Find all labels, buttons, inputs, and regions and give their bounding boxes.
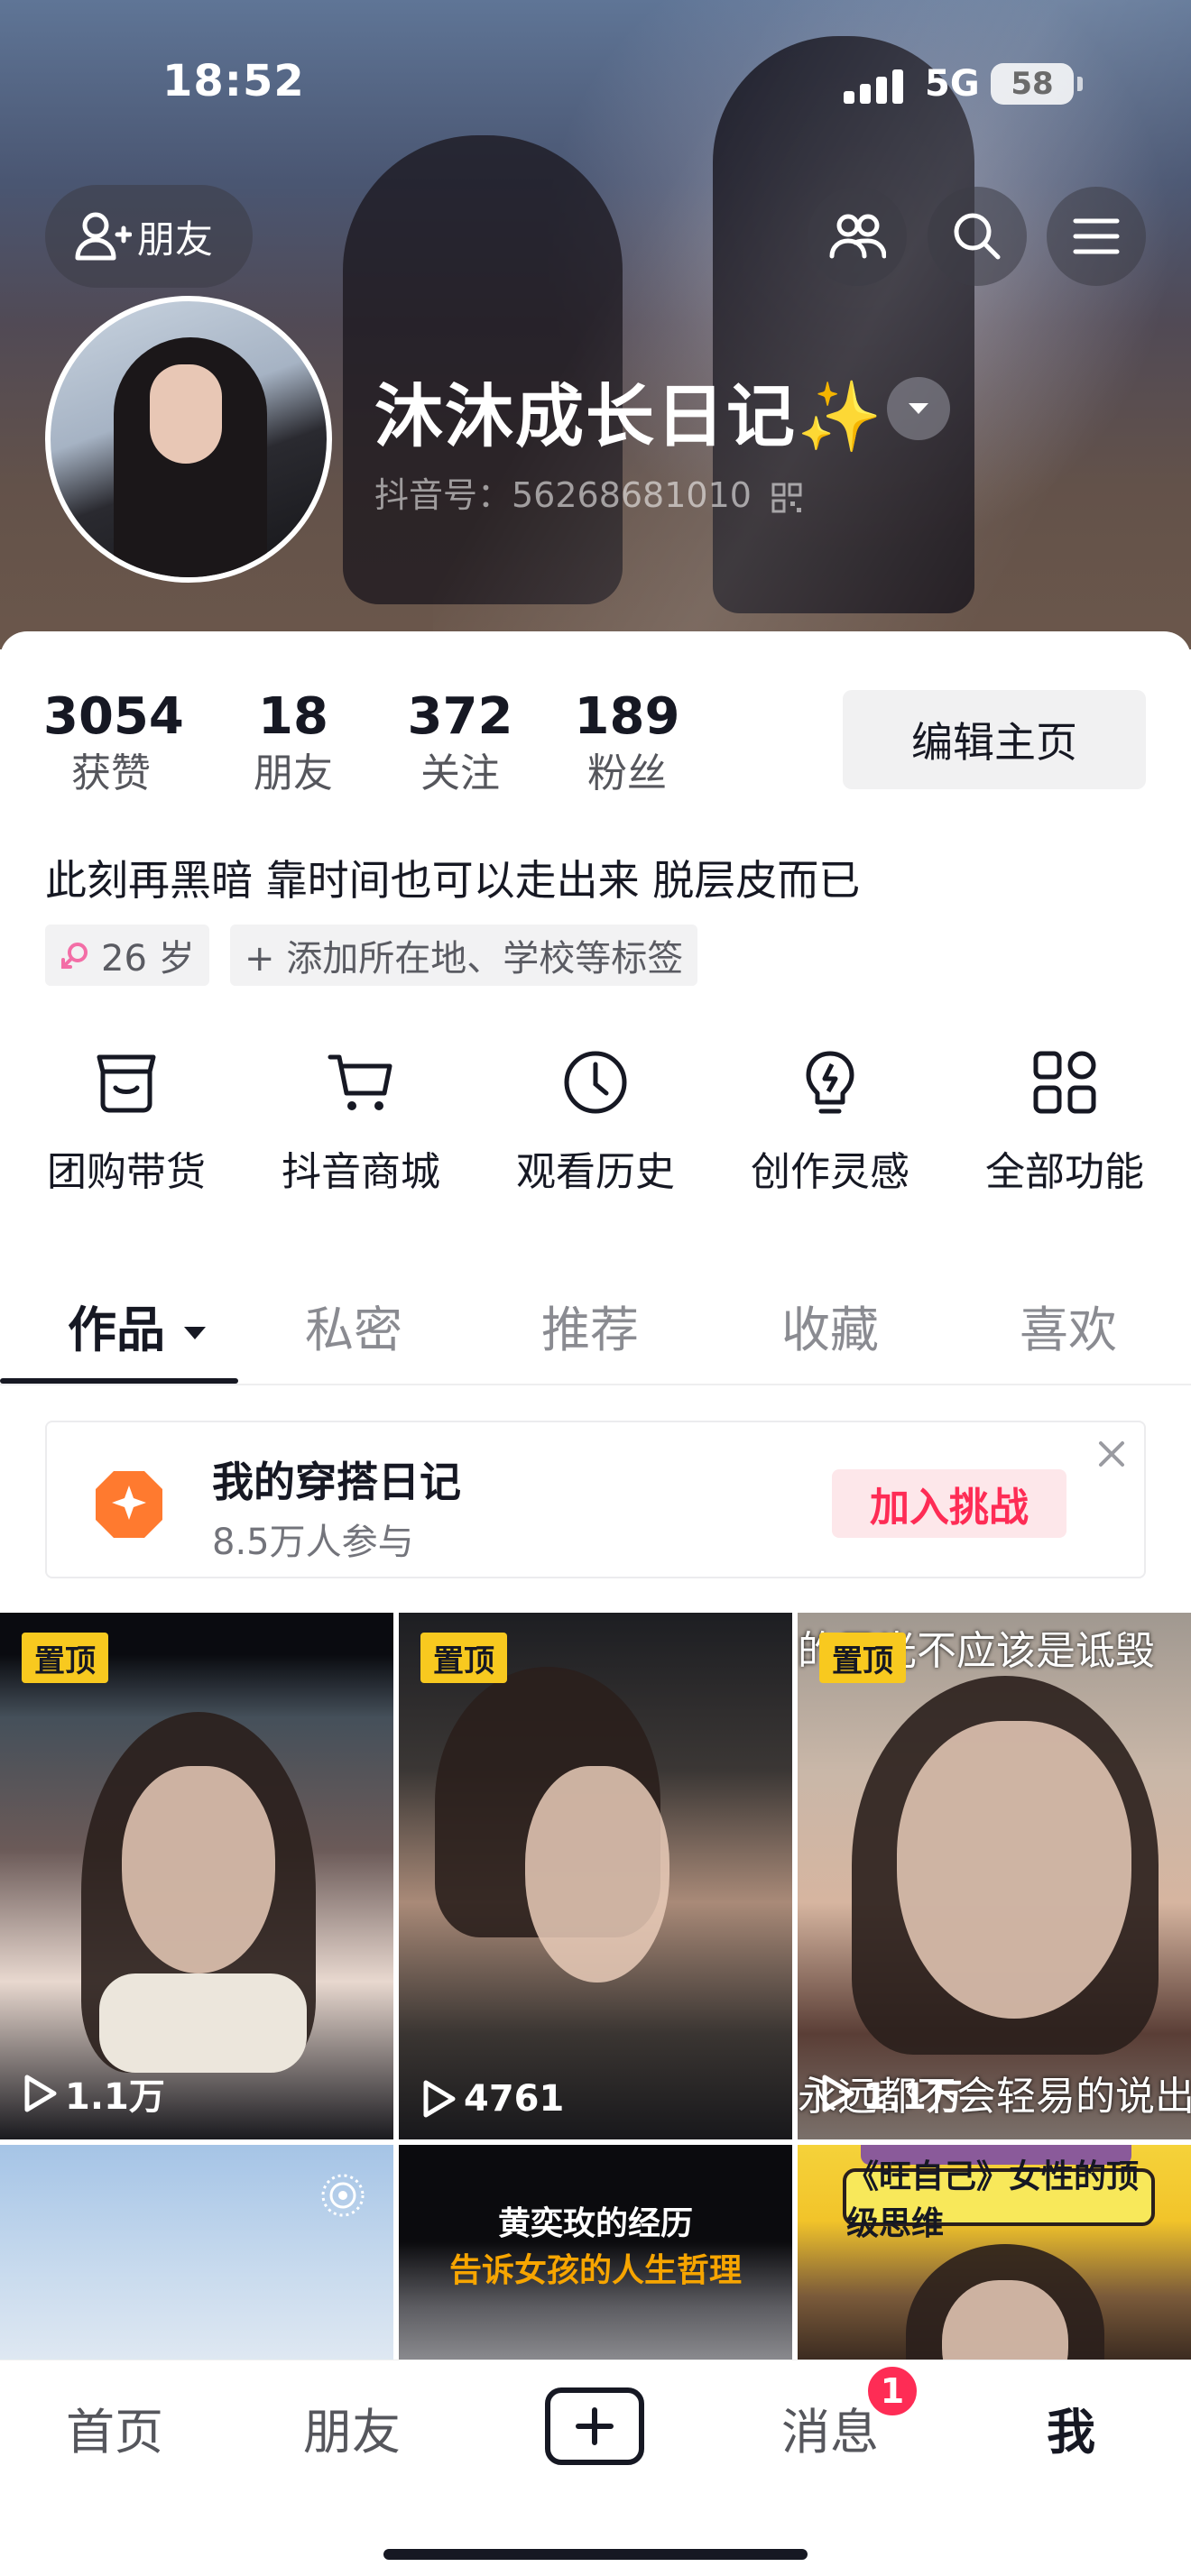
pinned-badge: 置顶 [22, 1633, 108, 1683]
tag-age[interactable]: 26 岁 [45, 925, 209, 986]
challenge-participants: 8.5万人参与 [212, 1522, 414, 1563]
menu-icon [1073, 218, 1120, 254]
add-user-icon [75, 212, 132, 261]
play-icon [822, 2075, 854, 2112]
nav-me[interactable]: 我 [1047, 2392, 1095, 2463]
status-time: 18:52 [162, 56, 305, 106]
stat-friends[interactable]: 18 朋友 [230, 685, 356, 799]
plus-icon [576, 2407, 614, 2445]
stat-value: 3054 [43, 687, 184, 746]
tab-works[interactable]: 作品 [68, 1290, 208, 1361]
search-button[interactable] [928, 187, 1027, 286]
caret-down-icon [183, 1327, 206, 1340]
play-icon [423, 2080, 456, 2118]
home-indicator [383, 2549, 808, 2560]
shop-icon [97, 1054, 156, 1113]
video-caption-line2: 告诉女孩的人生哲理 [448, 2252, 742, 2289]
nav-messages[interactable]: 消息 [781, 2392, 879, 2463]
bulb-icon [806, 1051, 854, 1114]
cart-icon [328, 1054, 392, 1110]
stat-label: 粉丝 [587, 750, 667, 796]
play-count: 4761 [420, 2078, 564, 2120]
douyin-id-text: 抖音号：56268681010 [374, 475, 752, 515]
menu-button[interactable] [1047, 187, 1146, 286]
divider [0, 1384, 1191, 1385]
add-friend-button[interactable]: 朋友 [45, 185, 253, 288]
play-count-value: 1.1万 [863, 2076, 963, 2118]
challenge-icon [96, 1471, 162, 1538]
tool-all-features[interactable]: 全部功能 [974, 1042, 1155, 1197]
video-thumbnail[interactable]: 置顶 4761 [399, 1613, 792, 2139]
tool-inspiration[interactable]: 创作灵感 [740, 1042, 920, 1197]
tool-history[interactable]: 观看历史 [505, 1042, 686, 1197]
grid-icon [1033, 1051, 1096, 1114]
messages-badge: 1 [864, 2363, 920, 2419]
tool-label: 全部功能 [985, 1149, 1144, 1195]
network-type: 5G [925, 63, 980, 105]
play-count-value: 1.1万 [65, 2076, 165, 2118]
play-count: 1.1万 [819, 2067, 963, 2120]
users-icon [829, 214, 886, 259]
avatar[interactable] [45, 296, 332, 583]
play-icon [24, 2075, 57, 2112]
caret-down-icon [909, 403, 928, 414]
friends-list-button[interactable] [808, 187, 907, 286]
video-thumbnail[interactable]: 《旺自己》女性的顶级思维 [798, 2145, 1191, 2361]
tab-like[interactable]: 喜欢 [1020, 1290, 1117, 1361]
stat-label: 关注 [420, 750, 500, 796]
create-button[interactable] [545, 2387, 644, 2465]
tab-recommend[interactable]: 推荐 [541, 1290, 639, 1361]
video-caption-banner: 《旺自己》女性的顶级思维 [843, 2158, 1155, 2242]
tool-group-buy[interactable]: 团购带货 [36, 1042, 217, 1197]
tool-label: 观看历史 [516, 1149, 675, 1195]
female-icon [61, 943, 88, 969]
battery-icon: 58 [991, 63, 1083, 105]
add-tags-button[interactable]: + 添加所在地、学校等标签 [230, 925, 698, 986]
tag-age-label: 26 岁 [101, 938, 195, 980]
tab-label: 作品 [68, 1302, 165, 1358]
join-challenge-button[interactable]: 加入挑战 [832, 1469, 1066, 1538]
bio[interactable]: 此刻再黑暗 靠时间也可以走出来 脱层皮而已 [45, 848, 860, 907]
qr-code-icon [771, 483, 802, 512]
add-friend-label: 朋友 [137, 216, 214, 262]
stat-value: 18 [258, 687, 328, 746]
tool-label: 创作灵感 [751, 1149, 909, 1195]
tab-private[interactable]: 私密 [305, 1290, 402, 1361]
video-thumbnail[interactable]: 黄奕玫的经历 告诉女孩的人生哲理 [399, 2145, 792, 2361]
edit-profile-button[interactable]: 编辑主页 [843, 690, 1146, 789]
tool-mall[interactable]: 抖音商城 [271, 1042, 451, 1197]
challenge-title: 我的穿搭日记 [212, 1458, 461, 1506]
tool-label: 团购带货 [47, 1149, 206, 1195]
video-thumbnail[interactable]: 置顶 1.1万 [0, 1613, 393, 2139]
clock-icon [564, 1051, 627, 1114]
live-photo-icon [321, 2174, 365, 2217]
pinned-badge: 置顶 [819, 1633, 906, 1683]
play-count-value: 4761 [464, 2078, 565, 2120]
nav-home[interactable]: 首页 [66, 2392, 163, 2463]
stat-likes[interactable]: 3054 获赞 [43, 685, 184, 799]
signal-icon [844, 68, 907, 104]
douyin-id[interactable]: 抖音号：56268681010 [374, 467, 802, 517]
tab-collect[interactable]: 收藏 [781, 1290, 879, 1361]
stat-label: 朋友 [254, 750, 333, 796]
search-icon [954, 213, 1001, 260]
nav-friends[interactable]: 朋友 [303, 2392, 401, 2463]
username: 沐沐成长日记✨ [374, 376, 884, 456]
video-thumbnail[interactable]: 的目光不应该是诋毁 永远都不会轻易的说出 置顶 1.1万 [798, 1613, 1191, 2139]
video-thumbnail[interactable] [0, 2145, 393, 2361]
stat-following[interactable]: 372 关注 [397, 685, 523, 799]
stat-label: 获赞 [71, 750, 151, 796]
play-count: 1.1万 [22, 2067, 165, 2120]
tool-label: 抖音商城 [282, 1149, 440, 1195]
stat-value: 189 [574, 687, 680, 746]
account-switch-button[interactable] [887, 377, 950, 440]
video-caption-line1: 黄奕玫的经历 [497, 2205, 693, 2242]
challenge-card[interactable]: 我的穿搭日记 8.5万人参与 加入挑战 [45, 1421, 1146, 1578]
stat-value: 372 [407, 687, 513, 746]
close-icon[interactable] [1094, 1436, 1130, 1472]
stat-fans[interactable]: 189 粉丝 [564, 685, 690, 799]
pinned-badge: 置顶 [420, 1633, 507, 1683]
